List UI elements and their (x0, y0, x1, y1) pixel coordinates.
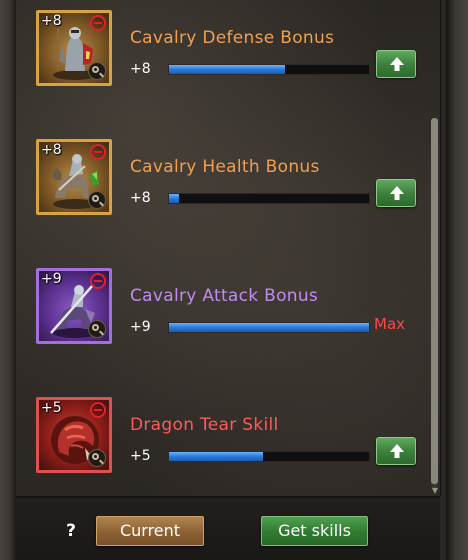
skill-icon-level: +5 (41, 400, 62, 416)
skill-value: +5 (130, 448, 151, 464)
scrollbar-thumb[interactable] (431, 118, 438, 484)
minus-icon[interactable] (90, 15, 106, 31)
magnify-icon[interactable] (88, 449, 106, 467)
arrow-up-icon (390, 444, 404, 458)
magnify-icon[interactable] (88, 320, 106, 338)
arrow-up-icon (390, 186, 404, 200)
skill-value: +9 (130, 319, 151, 335)
skill-name: Cavalry Health Bonus (130, 157, 320, 177)
magnify-icon[interactable] (88, 62, 106, 80)
skill-row-dragon-tear: +5 Dragon Tear Skill +5 (36, 397, 426, 479)
skill-progress-bar (168, 451, 370, 462)
skill-progress-fill (169, 194, 179, 203)
skill-icon-level: +8 (41, 142, 62, 158)
current-button[interactable]: Current (96, 516, 204, 546)
help-button[interactable]: ? (60, 520, 82, 542)
upgrade-button[interactable] (376, 437, 416, 465)
skill-icon-level: +8 (41, 13, 62, 29)
skill-progress-bar (168, 322, 370, 333)
magnify-icon[interactable] (88, 191, 106, 209)
skill-icon-frame[interactable]: +8 (36, 10, 112, 86)
skill-progress-fill (169, 65, 285, 74)
skill-row-cavalry-attack: +9 Cavalry Attack Bonus +9 Max (36, 268, 426, 350)
get-skills-button[interactable]: Get skills (261, 516, 368, 546)
skill-progress-fill (169, 323, 369, 332)
skill-icon-frame[interactable]: +8 (36, 139, 112, 215)
max-label: Max (374, 315, 406, 333)
scroll-down-icon[interactable]: ▼ (431, 486, 439, 495)
minus-icon[interactable] (90, 273, 106, 289)
skill-name: Dragon Tear Skill (130, 415, 279, 435)
skill-progress-bar (168, 64, 370, 75)
skill-value: +8 (130, 190, 151, 206)
skill-name: Cavalry Attack Bonus (130, 286, 319, 306)
right-border (446, 0, 468, 560)
minus-icon[interactable] (90, 402, 106, 418)
upgrade-button[interactable] (376, 50, 416, 78)
left-border (0, 0, 16, 560)
minus-icon[interactable] (90, 144, 106, 160)
skill-row-cavalry-health: +8 Cavalry Health Bonus +8 (36, 139, 426, 221)
skill-icon-level: +9 (41, 271, 62, 287)
upgrade-button[interactable] (376, 179, 416, 207)
skill-row-cavalry-defense: +8 Cavalry Defense Bonus +8 (36, 10, 426, 92)
skill-progress-fill (169, 452, 263, 461)
skill-progress-bar (168, 193, 370, 204)
skill-value: +8 (130, 61, 151, 77)
skill-icon-frame[interactable]: +9 (36, 268, 112, 344)
arrow-up-icon (390, 57, 404, 71)
skill-icon-frame[interactable]: +5 (36, 397, 112, 473)
skill-name: Cavalry Defense Bonus (130, 28, 335, 48)
